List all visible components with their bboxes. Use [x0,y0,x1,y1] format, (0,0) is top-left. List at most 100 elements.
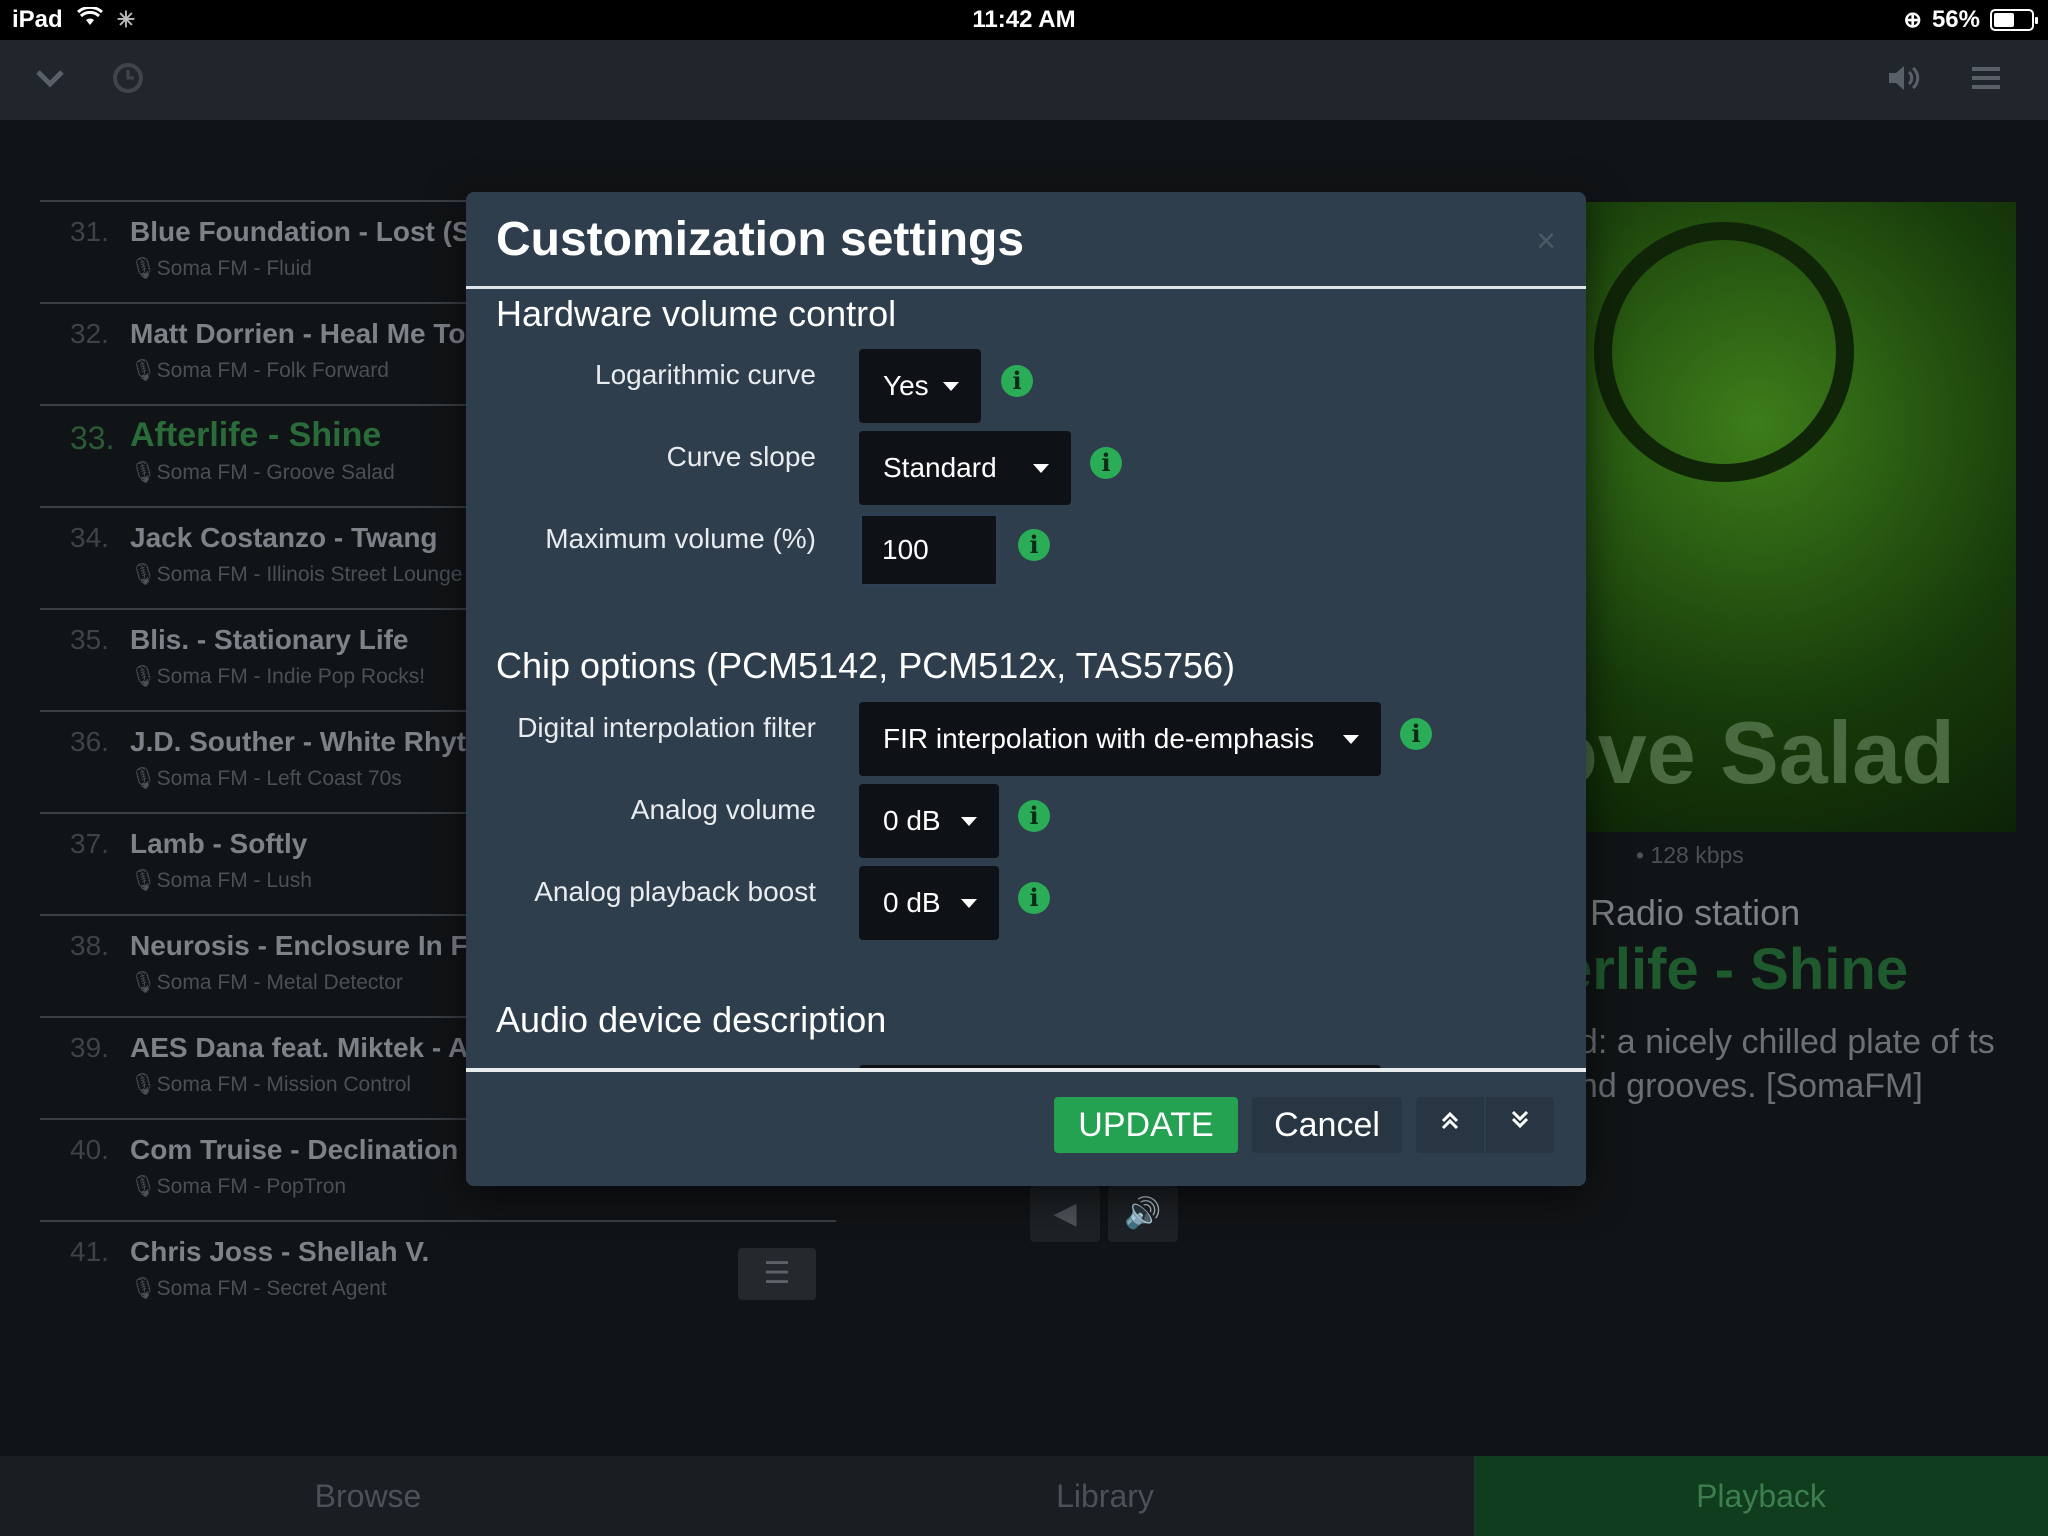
queue-item-station-label: Soma FM - Fluid [156,257,312,280]
queue-item-title: Neurosis - Enclosure In Flan [130,930,509,961]
dialog-body: Hardware volume control Logarithmic curv… [466,289,1586,1186]
queue-item-number: 32. [70,318,109,349]
tab-browse[interactable]: Browse [0,1456,736,1536]
queue-item-station-label: Soma FM - Illinois Street Lounge [156,563,463,586]
queue-item-station-label: Soma FM - Indie Pop Rocks! [156,665,426,688]
now-playing-title: erlife - Shine [1560,937,1909,1002]
section-audio-device: Audio device description [496,999,887,1040]
queue-item-station-label: Soma FM - Folk Forward [156,359,389,382]
hamburger-menu-icon[interactable] [1970,62,2002,101]
curve-slope-select[interactable]: Standard [859,431,1071,505]
cancel-button[interactable]: Cancel [1252,1097,1402,1153]
analog-boost-label: Analog playback boost [534,876,816,907]
queue-item-number: 37. [70,828,109,859]
dialog-footer: UPDATE Cancel [466,1072,1586,1186]
info-icon[interactable]: i [1090,447,1122,479]
queue-item-title: Matt Dorrien - Heal Me Tor [130,318,477,349]
queue-item-title: Blis. - Stationary Life [130,624,409,655]
queue-item[interactable]: 41. Chris Joss - Shellah V. 🎙Soma FM - S… [40,1220,836,1322]
queue-item-number: 40. [70,1134,109,1165]
queue-item-number: 41. [70,1236,109,1267]
queue-item-title: Com Truise - Declination (In [130,1134,501,1165]
queue-item-station-label: Soma FM - Lush [156,869,312,892]
orientation-lock-icon: ⊕ [1903,7,1922,32]
analog-volume-value: 0 dB [883,805,941,836]
analog-boost-select[interactable]: 0 dB [859,866,999,940]
interp-filter-value: FIR interpolation with de-emphasis [883,723,1315,754]
queue-item-station: 🎙Soma FM - Indie Pop Rocks! [130,665,426,688]
now-playing-type: Radio station [1590,892,1801,933]
curve-slope-label: Curve slope [666,441,816,472]
max-volume-input[interactable]: 100 [859,513,999,587]
history-clock-icon[interactable] [112,62,144,101]
queue-item-number: 31. [70,216,109,247]
log-curve-select[interactable]: Yes [859,349,981,423]
tab-library[interactable]: Library [736,1456,1474,1536]
chevron-down-icon[interactable] [34,62,66,101]
tab-playback[interactable]: Playback [1474,1456,2048,1536]
battery-percent: 56% [1931,6,1980,33]
queue-item-title: Jack Costanzo - Twang [130,522,438,553]
info-icon[interactable]: i [1018,800,1050,832]
album-art: ove Salad [1584,202,2016,832]
info-icon[interactable]: i [1400,718,1432,750]
turntable-disc [1594,222,1854,482]
analog-volume-select[interactable]: 0 dB [859,784,999,858]
volume-icon[interactable] [1886,62,1922,101]
app-bar [0,40,2048,120]
info-icon[interactable]: i [1018,529,1050,561]
queue-item-station: 🎙Soma FM - PopTron [130,1175,347,1198]
customization-settings-dialog: Customization settings × Hardware volume… [466,192,1586,1186]
queue-item-menu-button[interactable]: ☰ [738,1248,816,1300]
queue-item-station: 🎙Soma FM - Fluid [130,257,312,280]
queue-item-station: 🎙Soma FM - Secret Agent [130,1277,387,1300]
queue-item-station: 🎙Soma FM - Mission Control [130,1073,412,1096]
queue-item-number: 35. [70,624,109,655]
double-chevron-down-icon [1511,1110,1529,1129]
queue-item-station-label: Soma FM - Left Coast 70s [156,767,402,790]
caret-down-icon [1343,735,1359,744]
queue-item-number: 33. [70,420,115,456]
close-icon[interactable]: × [1536,222,1556,261]
dialog-title: Customization settings [496,213,1025,266]
queue-item-station: 🎙Soma FM - Groove Salad [130,461,395,484]
queue-item-title: Chris Joss - Shellah V. [130,1236,430,1267]
queue-item-station-label: Soma FM - PopTron [156,1175,347,1198]
volume-up-button[interactable]: 🔊 [1108,1186,1178,1242]
queue-item-number: 39. [70,1032,109,1063]
caret-down-icon [961,817,977,826]
queue-item-title: Afterlife - Shine [130,416,382,454]
queue-item-station-label: Soma FM - Metal Detector [156,971,403,994]
queue-item-station: 🎙Soma FM - Illinois Street Lounge [130,563,463,586]
queue-item-number: 36. [70,726,109,757]
interp-filter-select[interactable]: FIR interpolation with de-emphasis [859,702,1381,776]
bitrate-label: • 128 kbps [1636,842,1744,868]
queue-item-title: Blue Foundation - Lost (Sun [130,216,505,247]
info-icon[interactable]: i [1001,365,1033,397]
scroll-bottom-button[interactable] [1486,1097,1554,1153]
bottom-tab-bar: Browse Library Playback [0,1456,2048,1536]
caret-down-icon [1033,464,1049,473]
queue-item-title: Lamb - Softly [130,828,308,859]
clock: 11:42 AM [972,6,1076,33]
analog-boost-value: 0 dB [883,887,941,918]
queue-item-title: AES Dana feat. Miktek - Alk [130,1032,492,1063]
update-button[interactable]: UPDATE [1054,1097,1238,1153]
curve-slope-value: Standard [883,452,997,483]
double-chevron-up-icon [1441,1111,1459,1130]
queue-item-station: 🎙Soma FM - Lush [130,869,312,892]
interp-filter-label: Digital interpolation filter [517,712,816,743]
log-curve-value: Yes [883,370,929,401]
queue-item-number: 38. [70,930,109,961]
info-icon[interactable]: i [1018,882,1050,914]
volume-down-button[interactable]: ◀ [1030,1186,1100,1242]
caret-down-icon [943,382,959,391]
caret-down-icon [961,899,977,908]
now-playing-description: ad: a nicely chilled plate of ts and gro… [1560,1023,1995,1105]
queue-item-station-label: Soma FM - Mission Control [156,1073,412,1096]
scroll-top-button[interactable] [1416,1097,1484,1153]
album-art-text: ove Salad [1584,703,1955,802]
battery-icon [1990,9,2038,31]
analog-volume-label: Analog volume [630,794,816,825]
queue-item-station: 🎙Soma FM - Folk Forward [130,359,389,382]
